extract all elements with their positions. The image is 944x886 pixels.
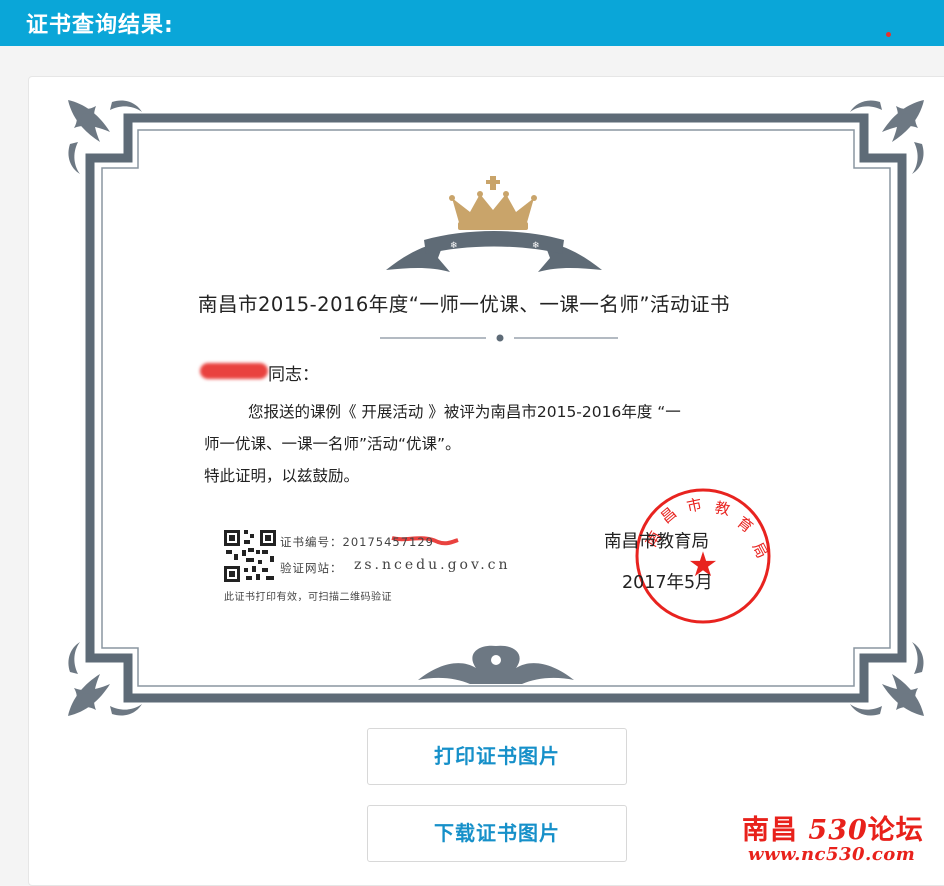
svg-text:❄: ❄ [532, 241, 540, 251]
download-certificate-button[interactable]: 下载证书图片 [367, 805, 627, 862]
issuer-name: 南昌市教育局 [604, 532, 709, 552]
svg-text:育: 育 [734, 513, 757, 536]
qr-code-icon [224, 530, 276, 582]
crown-icon [449, 176, 537, 230]
body-line-3: 特此证明，以兹鼓励。 [204, 467, 360, 485]
watermark-number: 530 [808, 815, 868, 846]
page-title: 证书查询结果: [26, 13, 174, 38]
body-line-1: 您报送的课例《 开展活动 》被评为南昌市2015-2016年度 “一 [248, 403, 681, 421]
notification-dot [886, 32, 891, 37]
certificate-title: 南昌市2015-2016年度“一师一优课、一课一名师”活动证书 [198, 293, 730, 316]
verify-site-url: zs.ncedu.gov.cn [354, 557, 511, 573]
print-certificate-button[interactable]: 打印证书图片 [367, 728, 627, 785]
certificate-number: 证书编号：20175457129 [280, 535, 434, 549]
recipient-name-redacted [200, 363, 268, 379]
greeting: 同志： [268, 365, 319, 385]
watermark-url: www.nc530.com [748, 844, 916, 865]
svg-text:❄: ❄ [450, 241, 458, 251]
watermark-suffix: 论坛 [867, 815, 924, 846]
svg-text:教: 教 [713, 498, 731, 519]
page-header: 证书查询结果: [0, 0, 944, 46]
svg-text:市: 市 [685, 495, 703, 516]
body-line-2: 师一优课、一课一名师”活动“优课”。 [204, 435, 461, 453]
site-watermark: 南昌 530论坛 [742, 808, 924, 847]
watermark-name: 南昌 [742, 815, 798, 846]
ribbon-banner: ❄ ❄ [386, 231, 602, 272]
verify-site-label: 验证网站： [280, 561, 343, 575]
verify-note: 此证书打印有效，可扫描二维码验证 [224, 592, 392, 603]
bottom-center-ornament [418, 645, 574, 684]
issue-date: 2017年5月 [622, 573, 713, 593]
official-seal-icon: ★ 南 昌 市 教 育 局 [635, 488, 771, 624]
title-divider [380, 334, 618, 342]
